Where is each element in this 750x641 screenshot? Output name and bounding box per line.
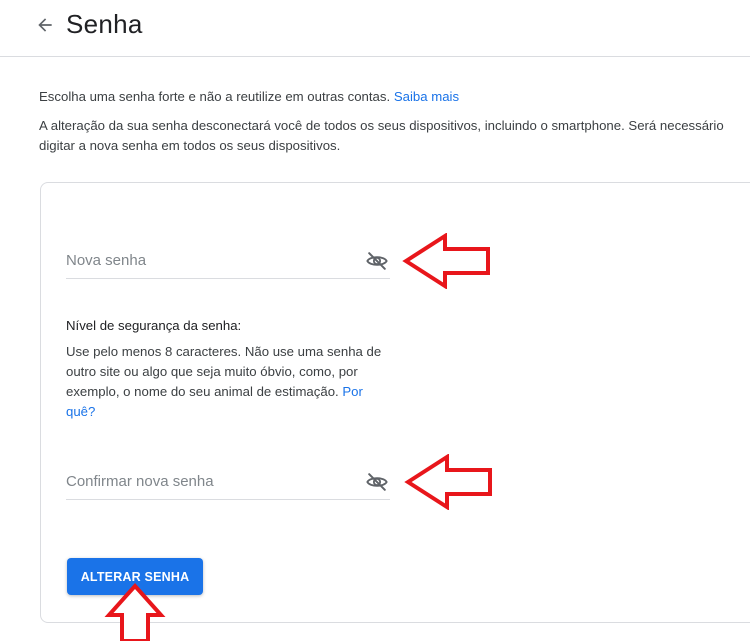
intro-line-1: Escolha uma senha forte e não a reutiliz… <box>39 87 744 107</box>
change-password-button[interactable]: ALTERAR SENHA <box>67 558 203 595</box>
strength-description: Use pelo menos 8 caracteres. Não use uma… <box>66 342 386 422</box>
new-password-input[interactable] <box>66 244 356 277</box>
back-button[interactable] <box>30 10 60 40</box>
toggle-confirm-password-visibility[interactable] <box>365 470 389 494</box>
intro-line-1-text: Escolha uma senha forte e não a reutiliz… <box>39 89 391 104</box>
intro-text: Escolha uma senha forte e não a reutiliz… <box>39 87 744 156</box>
page-header: Senha <box>0 0 750 57</box>
new-password-field <box>66 244 390 279</box>
learn-more-link[interactable]: Saiba mais <box>394 89 459 104</box>
toggle-new-password-visibility[interactable] <box>365 249 389 273</box>
confirm-password-input[interactable] <box>66 465 356 498</box>
eye-off-icon <box>366 473 388 491</box>
eye-off-icon <box>366 252 388 270</box>
arrow-left-icon <box>38 18 52 32</box>
intro-line-2: A alteração da sua senha desconectará vo… <box>39 118 724 153</box>
password-strength-info: Nível de segurança da senha: Use pelo me… <box>66 316 386 422</box>
confirm-password-field <box>66 465 390 500</box>
strength-description-text: Use pelo menos 8 caracteres. Não use uma… <box>66 344 382 399</box>
strength-title: Nível de segurança da senha: <box>66 318 242 333</box>
page-title: Senha <box>66 9 143 39</box>
